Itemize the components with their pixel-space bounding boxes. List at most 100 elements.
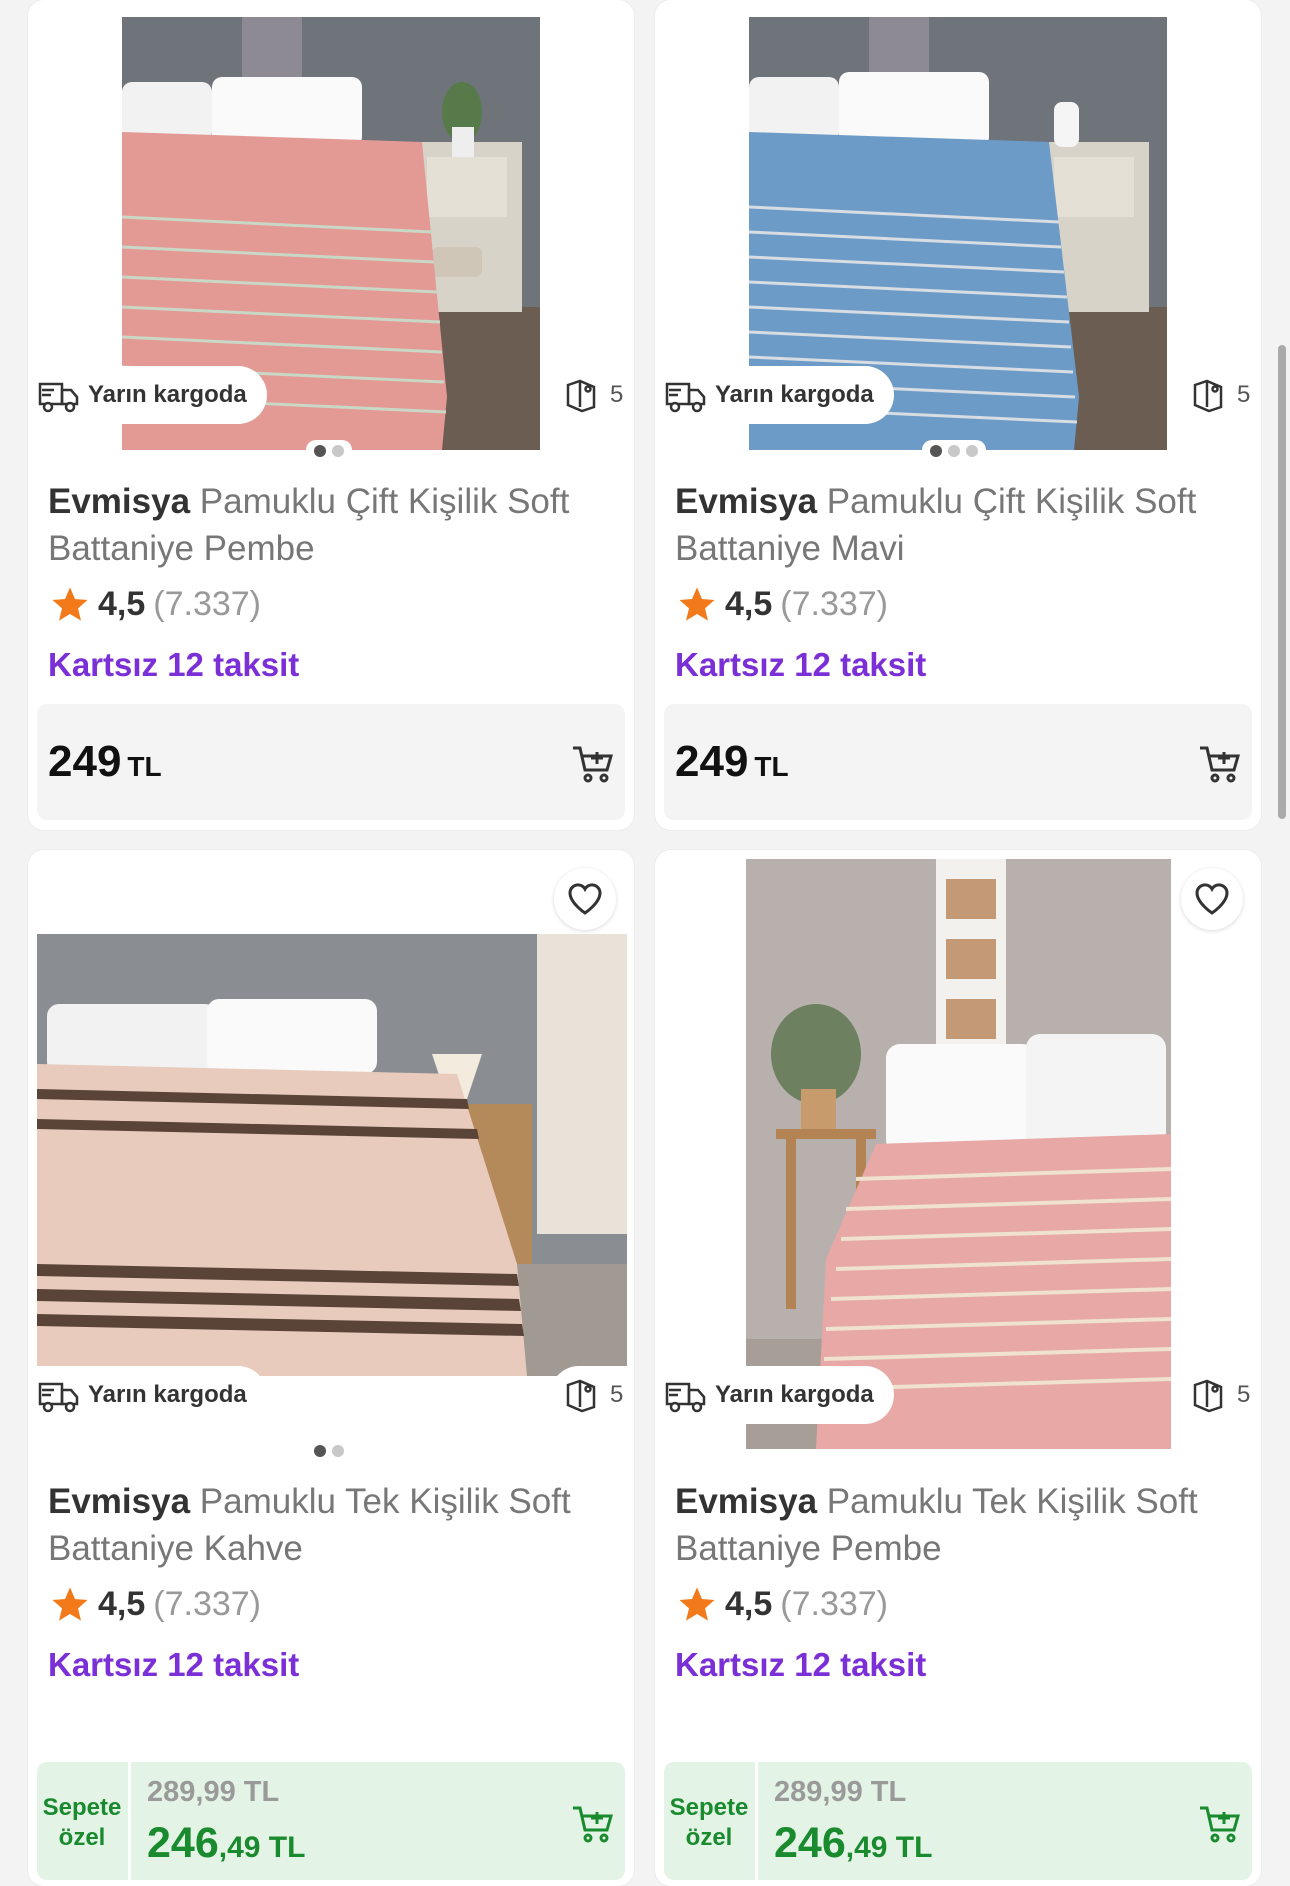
product-name-line2: Battaniye Mavi	[675, 529, 905, 568]
add-to-cart-icon[interactable]	[569, 740, 617, 788]
product-card[interactable]: Yarın kargoda 5 Evmisya Pamuklu Tek Kişi…	[655, 850, 1261, 1886]
rating-score: 4,5	[98, 584, 146, 623]
heart-icon	[1195, 883, 1229, 915]
shipping-label: Yarın kargoda	[88, 381, 247, 408]
star-icon	[52, 587, 88, 621]
installment-label: Kartsız 12 taksit	[48, 646, 300, 683]
product-rating[interactable]: 4,5 (7.337)	[50, 584, 261, 624]
price-value: 246	[774, 1819, 846, 1867]
product-name-line2: Battaniye Pembe	[48, 529, 315, 568]
image-carousel-dots[interactable]	[306, 440, 352, 462]
product-rating[interactable]: 4,5 (7.337)	[50, 1584, 261, 1624]
shipping-label: Yarın kargoda	[88, 1381, 247, 1408]
basket-special-label: Sepete özel	[664, 1793, 754, 1853]
truck-icon	[665, 382, 706, 413]
product-price: 249 TL	[48, 737, 162, 787]
image-carousel-dots[interactable]	[306, 1440, 352, 1462]
product-name-line2: Battaniye Pembe	[675, 1529, 942, 1568]
promo-divider	[755, 1762, 758, 1880]
product-card[interactable]: Yarın kargoda 5 Evmisya Pamuklu Tek Kişi…	[28, 850, 634, 1886]
carousel-dot[interactable]	[314, 1445, 326, 1457]
coupon-count: 5	[1237, 1381, 1251, 1408]
shipping-label: Yarın kargoda	[715, 381, 874, 408]
rating-score: 4,5	[98, 1584, 146, 1623]
product-brand: Evmisya	[675, 1482, 818, 1521]
rating-score: 4,5	[725, 1584, 773, 1623]
coupon-count: 5	[610, 381, 624, 408]
promo-label-line2: özel	[685, 1824, 733, 1851]
shipping-badge: Yarın kargoda	[30, 1366, 267, 1424]
review-count: (7.337)	[780, 584, 888, 623]
image-carousel-dots[interactable]	[922, 440, 986, 462]
product-name-line2: Battaniye Kahve	[48, 1529, 303, 1568]
shipping-badge: Yarın kargoda	[657, 366, 894, 424]
product-rating[interactable]: 4,5 (7.337)	[677, 584, 888, 624]
star-icon	[679, 587, 715, 621]
product-card[interactable]: Yarın kargoda 5 Evmisya Pamuklu Çift Kiş…	[28, 0, 634, 830]
price-decimals: ,49 TL	[218, 1831, 306, 1864]
product-name: Pamuklu Çift Kişilik Soft	[826, 482, 1197, 521]
product-name: Pamuklu Çift Kişilik Soft	[199, 482, 570, 521]
product-rating[interactable]: 4,5 (7.337)	[677, 1584, 888, 1624]
product-title[interactable]: Evmisya Pamuklu Tek Kişilik Soft Battani…	[675, 1478, 1245, 1572]
coupon-badge[interactable]: 5	[1177, 1366, 1261, 1424]
carousel-dot[interactable]	[930, 445, 942, 457]
carousel-dot[interactable]	[332, 445, 344, 457]
product-card[interactable]: Yarın kargoda 5 Evmisya Pamuklu Çift Kiş…	[655, 0, 1261, 830]
coupon-badge[interactable]: 5	[550, 366, 634, 424]
product-title[interactable]: Evmisya Pamuklu Çift Kişilik Soft Battan…	[48, 478, 618, 572]
truck-icon	[665, 1382, 706, 1413]
coupon-count: 5	[1237, 381, 1251, 408]
promo-label-line2: özel	[58, 1824, 106, 1851]
price-value: 249	[48, 737, 122, 786]
installment-label: Kartsız 12 taksit	[675, 646, 927, 683]
product-brand: Evmisya	[48, 1482, 191, 1521]
truck-icon	[38, 382, 79, 413]
add-to-cart-icon[interactable]	[1196, 740, 1244, 788]
product-title[interactable]: Evmisya Pamuklu Çift Kişilik Soft Battan…	[675, 478, 1245, 572]
favorite-button[interactable]	[1181, 868, 1243, 930]
price-currency: TL	[127, 751, 162, 782]
shipping-badge: Yarın kargoda	[30, 366, 267, 424]
product-name: Pamuklu Tek Kişilik Soft	[826, 1482, 1198, 1521]
basket-special-label: Sepete özel	[37, 1793, 127, 1853]
shipping-badge: Yarın kargoda	[657, 1366, 894, 1424]
price-value: 246	[147, 1819, 219, 1867]
coupon-icon	[566, 379, 596, 413]
rating-score: 4,5	[725, 584, 773, 623]
carousel-dot[interactable]	[966, 445, 978, 457]
promo-label-line1: Sepete	[42, 1794, 122, 1821]
product-image[interactable]	[37, 934, 627, 1376]
price-currency: TL	[754, 751, 789, 782]
shipping-label: Yarın kargoda	[715, 1381, 874, 1408]
star-icon	[52, 1587, 88, 1621]
add-to-cart-icon[interactable]	[1196, 1800, 1244, 1848]
star-icon	[679, 1587, 715, 1621]
carousel-dot[interactable]	[332, 1445, 344, 1457]
product-image[interactable]	[746, 859, 1171, 1449]
carousel-dot[interactable]	[948, 445, 960, 457]
favorite-button[interactable]	[554, 868, 616, 930]
coupon-badge[interactable]: 5	[1177, 366, 1261, 424]
price-decimals: ,49 TL	[845, 1831, 933, 1864]
add-to-cart-icon[interactable]	[569, 1800, 617, 1848]
coupon-icon	[1193, 1379, 1223, 1413]
discounted-price: 246,49 TL	[147, 1819, 305, 1868]
old-price: 289,99 TL	[774, 1776, 907, 1808]
coupon-count: 5	[610, 1381, 624, 1408]
scrollbar[interactable]	[1278, 345, 1286, 819]
installment-label: Kartsız 12 taksit	[48, 1646, 300, 1683]
carousel-dot[interactable]	[314, 445, 326, 457]
review-count: (7.337)	[780, 1584, 888, 1623]
installment-label: Kartsız 12 taksit	[675, 1646, 927, 1683]
product-name: Pamuklu Tek Kişilik Soft	[199, 1482, 571, 1521]
promo-label-line1: Sepete	[669, 1794, 749, 1821]
coupon-badge[interactable]: 5	[550, 1366, 634, 1424]
discounted-price: 246,49 TL	[774, 1819, 932, 1868]
price-value: 249	[675, 737, 749, 786]
product-price: 249 TL	[675, 737, 789, 787]
product-brand: Evmisya	[675, 482, 818, 521]
review-count: (7.337)	[153, 1584, 261, 1623]
product-title[interactable]: Evmisya Pamuklu Tek Kişilik Soft Battani…	[48, 1478, 618, 1572]
coupon-icon	[1193, 379, 1223, 413]
